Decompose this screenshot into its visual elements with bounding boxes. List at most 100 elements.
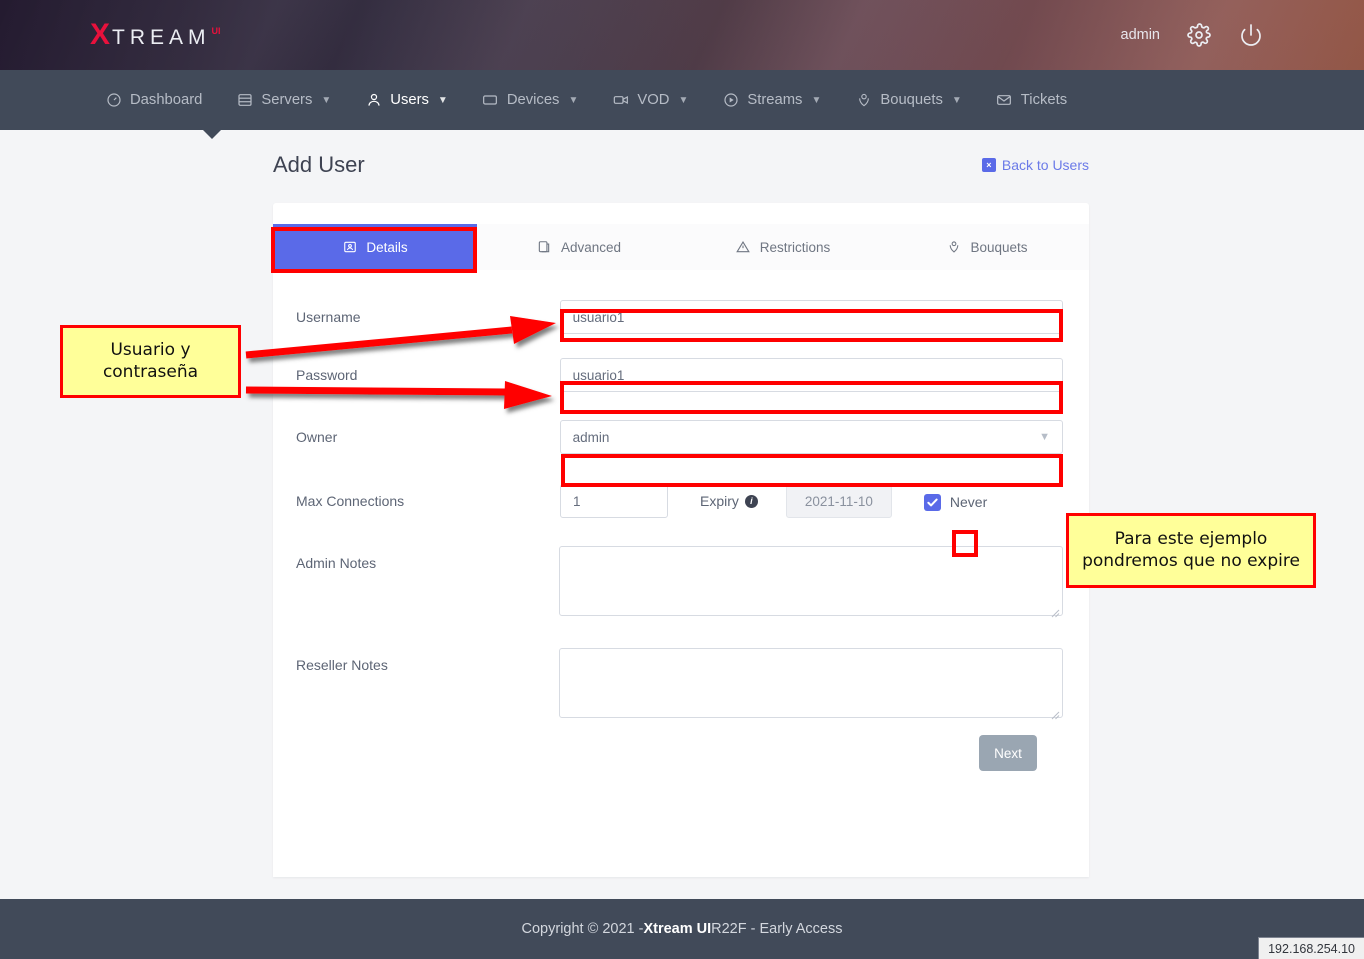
nav-item-label: Users	[390, 92, 429, 108]
chevron-down-icon: ▼	[952, 95, 962, 106]
tab-label: Advanced	[561, 240, 621, 255]
nav-item-label: VOD	[637, 92, 669, 108]
add-user-card: Details Advanced Restrictions Bouquets User…	[273, 203, 1089, 877]
nav-item-label: Tickets	[1021, 92, 1067, 108]
page-header: Add User × Back to Users	[273, 152, 1089, 178]
details-icon	[342, 240, 357, 255]
bouquet-icon	[946, 240, 961, 255]
nav-item-list: DashboardServers▼Users▼Devices▼VOD▼Strea…	[88, 70, 1084, 130]
expiry-label: Expiry	[700, 493, 739, 509]
tab-details[interactable]: Details	[273, 224, 477, 270]
logo-x-mark: X	[90, 20, 110, 50]
dashboard-icon	[105, 92, 122, 109]
nav-item-label: Servers	[261, 92, 312, 108]
nav-item-label: Devices	[507, 92, 560, 108]
header-username[interactable]: admin	[1121, 27, 1161, 43]
password-label: Password	[296, 358, 560, 383]
nav-item-dashboard[interactable]: Dashboard	[88, 70, 219, 130]
footer-copyright-prefix: Copyright © 2021 -	[522, 921, 644, 937]
chevron-down-icon: ▼	[438, 95, 448, 106]
expiry-date-field[interactable]: 2021-11-10	[786, 485, 892, 518]
owner-label: Owner	[296, 420, 560, 445]
app-logo[interactable]: X TREAM UI	[90, 20, 221, 50]
form-actions: Next	[296, 735, 1063, 771]
gear-icon[interactable]	[1186, 22, 1212, 48]
admin-notes-textarea[interactable]	[559, 546, 1063, 616]
nav-item-bouquets[interactable]: Bouquets ▼	[838, 70, 978, 130]
chevron-down-icon: ▼	[321, 95, 331, 106]
logo-ui-superscript: UI	[212, 27, 221, 36]
username-input[interactable]	[560, 300, 1063, 334]
back-icon: ×	[982, 158, 996, 172]
back-to-users-label: Back to Users	[1002, 157, 1089, 173]
footer-bar: Copyright © 2021 - Xtream UI R22F - Earl…	[0, 899, 1364, 959]
admin-notes-wrapper	[559, 546, 1063, 621]
play-circle-icon	[722, 92, 739, 109]
tab-restrictions[interactable]: Restrictions	[681, 224, 885, 270]
owner-select[interactable]: admin ▼	[560, 420, 1063, 454]
nav-item-label: Dashboard	[130, 92, 202, 108]
footer-copyright-suffix: R22F - Early Access	[711, 921, 842, 937]
nav-item-label: Bouquets	[880, 92, 943, 108]
device-icon	[482, 92, 499, 109]
row-username: Username	[296, 300, 1063, 334]
server-icon	[236, 92, 253, 109]
row-owner: Owner admin ▼	[296, 420, 1063, 454]
row-reseller-notes: Reseller Notes	[296, 648, 1063, 723]
video-icon	[612, 92, 629, 109]
chevron-down-icon: ▼	[811, 95, 821, 106]
never-checkbox-group: Never	[924, 492, 987, 511]
tab-label: Restrictions	[760, 240, 831, 255]
chevron-down-icon: ▼	[568, 95, 578, 106]
main-navigation: DashboardServers▼Users▼Devices▼VOD▼Strea…	[0, 70, 1364, 130]
nav-item-streams[interactable]: Streams ▼	[705, 70, 838, 130]
chevron-down-icon: ▼	[678, 95, 688, 106]
top-header-bar: X TREAM UI admin	[0, 0, 1364, 70]
logo-wordmark: TREAM	[112, 27, 211, 48]
admin-notes-label: Admin Notes	[296, 546, 559, 571]
nav-item-vod[interactable]: VOD ▼	[595, 70, 705, 130]
row-max-connections: Max Connections Expiry i 2021-11-10 Neve…	[296, 484, 1063, 518]
app-root: X TREAM UI admin Dashboard Servers ▼ Users ▼…	[0, 0, 1364, 959]
tab-advanced[interactable]: Advanced	[477, 224, 681, 270]
tab-strip: Details Advanced Restrictions Bouquets	[273, 224, 1089, 270]
advanced-icon	[537, 240, 552, 255]
username-label: Username	[296, 300, 560, 325]
warning-icon	[736, 240, 751, 255]
annotation-credentials-text: Usuario ycontraseña	[103, 340, 198, 384]
status-bar-tooltip: 192.168.254.10	[1258, 937, 1364, 959]
tab-bouquets[interactable]: Bouquets	[885, 224, 1089, 270]
annotation-expiry-text: Para este ejemplopondremos que no expire	[1082, 529, 1300, 573]
annotation-expiry: Para este ejemplopondremos que no expire	[1066, 513, 1316, 588]
max-connections-input[interactable]	[560, 484, 668, 518]
user-icon	[365, 92, 382, 109]
annotation-credentials: Usuario ycontraseña	[60, 325, 241, 398]
page-title: Add User	[273, 152, 365, 178]
chevron-down-icon: ▼	[1039, 431, 1050, 443]
tab-label: Details	[366, 240, 407, 255]
reseller-notes-label: Reseller Notes	[296, 648, 559, 673]
row-password: Password	[296, 358, 1063, 392]
info-icon[interactable]: i	[745, 495, 758, 508]
nav-item-users[interactable]: Users ▼	[348, 70, 465, 130]
back-to-users-link[interactable]: × Back to Users	[982, 157, 1089, 173]
power-icon[interactable]	[1238, 22, 1264, 48]
bouquet-icon	[855, 92, 872, 109]
tab-label: Bouquets	[970, 240, 1027, 255]
nav-active-caret	[203, 130, 221, 139]
nav-item-devices[interactable]: Devices ▼	[465, 70, 596, 130]
row-admin-notes: Admin Notes	[296, 546, 1063, 621]
reseller-notes-textarea[interactable]	[559, 648, 1063, 718]
header-actions: admin	[1121, 22, 1265, 48]
nav-item-servers[interactable]: Servers ▼	[219, 70, 348, 130]
next-button[interactable]: Next	[979, 735, 1037, 771]
nav-item-tickets[interactable]: Tickets	[979, 70, 1084, 130]
never-label: Never	[950, 494, 987, 510]
max-connections-label: Max Connections	[296, 493, 560, 509]
nav-item-label: Streams	[747, 92, 802, 108]
footer-product-name: Xtream UI	[643, 921, 711, 937]
expiry-label-group: Expiry i	[700, 493, 758, 509]
owner-selected-value: admin	[573, 430, 610, 445]
never-checkbox[interactable]	[924, 494, 941, 511]
password-input[interactable]	[560, 358, 1063, 392]
